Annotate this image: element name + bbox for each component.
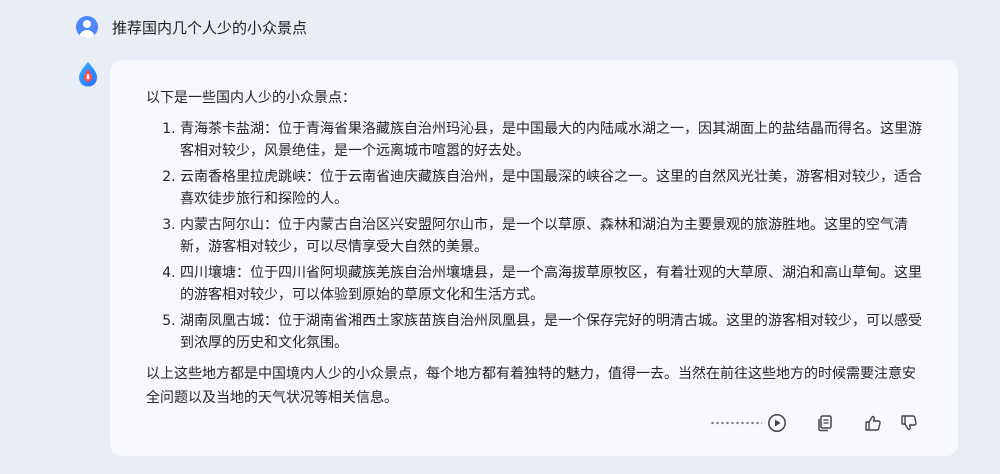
audio-waveform xyxy=(710,421,762,425)
answer-toolbar xyxy=(710,410,920,436)
list-item: 青海茶卡盐湖：位于青海省果洛藏族自治州玛沁县，是中国最大的内陆咸水湖之一，因其湖… xyxy=(180,118,922,162)
list-item: 湖南凤凰古城：位于湖南省湘西土家族苗族自治州凤凰县，是一个保存完好的明清古城。这… xyxy=(180,310,922,354)
thumbs-up-icon[interactable] xyxy=(862,412,884,434)
list-item: 四川壤塘：位于四川省阿坝藏族羌族自治州壤塘县，是一个高海拔草原牧区，有着壮观的大… xyxy=(180,262,922,306)
list-item: 云南香格里拉虎跳峡：位于云南省迪庆藏族自治州，是中国最深的峡谷之一。这里的自然风… xyxy=(180,166,922,210)
copy-icon[interactable] xyxy=(814,412,836,434)
user-question-text: 推荐国内几个人少的小众景点 xyxy=(112,18,308,37)
user-message: 推荐国内几个人少的小众景点 xyxy=(76,15,307,39)
assistant-answer-card: 以下是一些国内人少的小众景点： 青海茶卡盐湖：位于青海省果洛藏族自治州玛沁县，是… xyxy=(110,60,958,456)
assistant-logo-icon xyxy=(79,62,97,87)
thumbs-down-icon[interactable] xyxy=(898,412,920,434)
answer-outro: 以上这些地方都是中国境内人少的小众景点，每个地方都有着独特的魅力，值得一去。当然… xyxy=(146,366,916,406)
answer-intro: 以下是一些国内人少的小众景点： xyxy=(146,90,356,106)
places-list: 青海茶卡盐湖：位于青海省果洛藏族自治州玛沁县，是中国最大的内陆咸水湖之一，因其湖… xyxy=(146,118,922,354)
list-item: 内蒙古阿尔山：位于内蒙古自治区兴安盟阿尔山市，是一个以草原、森林和湖泊为主要景观… xyxy=(180,214,922,258)
user-avatar xyxy=(76,16,98,38)
play-icon[interactable] xyxy=(766,412,788,434)
